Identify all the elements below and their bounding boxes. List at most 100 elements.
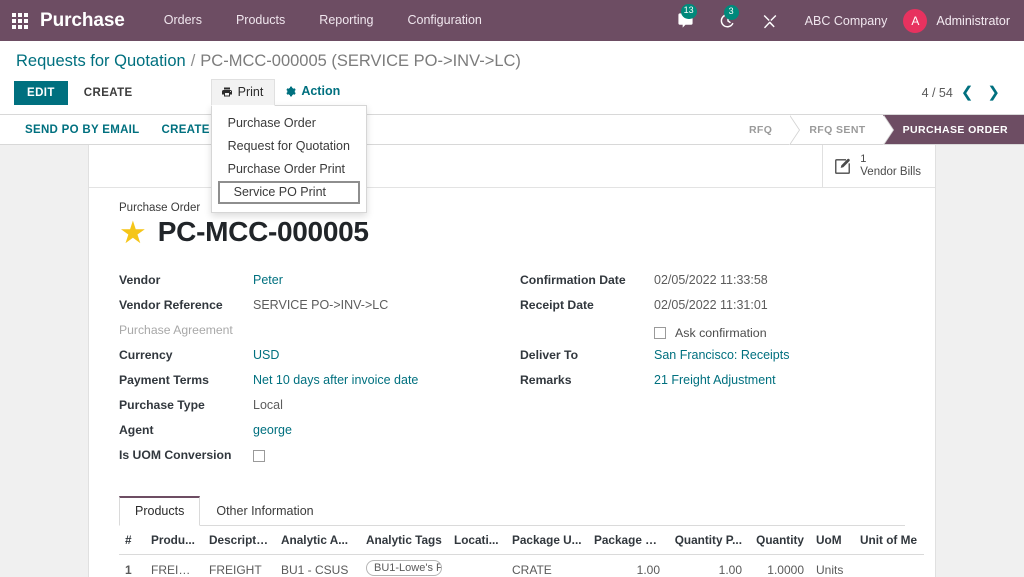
field-vendor-reference-value: SERVICE PO->INV->LC — [253, 295, 388, 312]
form-column-right: Confirmation Date 02/05/2022 11:33:58 Re… — [512, 270, 905, 470]
debug-menu[interactable] — [749, 13, 791, 29]
cell-quantity: 1.0000 — [748, 555, 810, 577]
ask-confirmation-checkbox[interactable] — [654, 327, 666, 339]
action-button-label: Action — [301, 84, 340, 98]
field-purchase-agreement-label: Purchase Agreement — [119, 320, 253, 337]
smart-button-vendor-bills[interactable]: 1 Vendor Bills — [822, 145, 935, 187]
field-vendor-value[interactable]: Peter — [253, 270, 283, 287]
field-agent-value[interactable]: george — [253, 420, 292, 437]
cell-description: FREIGHT — [203, 555, 275, 577]
print-menu-item-service-po-print[interactable]: Service PO Print — [218, 181, 360, 204]
field-deliver-to-value[interactable]: San Francisco: Receipts — [654, 345, 789, 362]
col-location[interactable]: Locati... — [448, 526, 506, 555]
user-menu[interactable]: A Administrator — [903, 9, 1010, 33]
field-currency: Currency USD — [119, 345, 512, 370]
form-view-content: 1 Vendor Bills Purchase Order ★ PC-MCC-0… — [0, 145, 1024, 577]
apps-grid-icon[interactable] — [0, 0, 40, 41]
col-unit-of-measure[interactable]: Unit of Me — [854, 526, 924, 555]
field-vendor-reference: Vendor Reference SERVICE PO->INV->LC — [119, 295, 512, 320]
analytic-tag-pill: BU1-Lowe's Pr — [366, 560, 442, 576]
field-remarks-value[interactable]: 21 Freight Adjustment — [654, 370, 776, 387]
col-uom[interactable]: UoM — [810, 526, 854, 555]
control-panel-buttons: EDIT CREATE Print Action Purchase Order … — [0, 77, 1024, 114]
status-stages: RFQ RFQ SENT PURCHASE ORDER — [729, 115, 1024, 144]
field-payment-terms: Payment Terms Net 10 days after invoice … — [119, 370, 512, 395]
create-button[interactable]: CREATE — [72, 81, 145, 105]
table-row[interactable]: 1 FREIGHT FREIGHT BU1 - CSUS BU1-Lowe's … — [119, 555, 924, 577]
field-remarks: Remarks 21 Freight Adjustment — [520, 370, 905, 395]
pager: 4 / 54 ❮ ❯ — [922, 85, 1010, 100]
breadcrumb-current: PC-MCC-000005 (SERVICE PO->INV->LC) — [200, 52, 521, 71]
print-dropdown-menu: Purchase Order Request for Quotation Pur… — [211, 105, 367, 213]
menu-item-products[interactable]: Products — [219, 0, 302, 41]
col-analytic-account[interactable]: Analytic A... — [275, 526, 360, 555]
breadcrumb-root-link[interactable]: Requests for Quotation — [16, 52, 186, 71]
stage-rfq[interactable]: RFQ — [729, 115, 789, 144]
col-quantity[interactable]: Quantity — [748, 526, 810, 555]
col-description[interactable]: Descripti... — [203, 526, 275, 555]
activities-count-badge: 3 — [724, 5, 739, 20]
tab-products[interactable]: Products — [119, 496, 200, 526]
record-body: Purchase Order ★ PC-MCC-000005 Vendor Pe… — [89, 188, 935, 470]
print-menu-item-purchase-order[interactable]: Purchase Order — [212, 112, 366, 135]
pencil-square-icon — [833, 157, 852, 176]
field-payment-terms-label: Payment Terms — [119, 370, 253, 387]
field-vendor-reference-label: Vendor Reference — [119, 295, 253, 312]
chevron-left-icon[interactable]: ❮ — [955, 85, 980, 100]
main-menu: Orders Products Reporting Configuration — [147, 0, 499, 41]
field-is-uom-conversion: Is UOM Conversion — [119, 445, 512, 470]
col-analytic-tags[interactable]: Analytic Tags — [360, 526, 448, 555]
print-menu-item-purchase-order-print[interactable]: Purchase Order Print — [212, 158, 366, 181]
form-fields-grid: Vendor Peter Vendor Reference SERVICE PO… — [119, 270, 905, 470]
send-po-by-email-button[interactable]: SEND PO BY EMAIL — [14, 120, 151, 140]
col-index[interactable]: # — [119, 526, 145, 555]
field-deliver-to: Deliver To San Francisco: Receipts — [520, 345, 905, 370]
col-product[interactable]: Produ... — [145, 526, 203, 555]
menu-item-orders[interactable]: Orders — [147, 0, 219, 41]
field-is-uom-conversion-label: Is UOM Conversion — [119, 445, 253, 462]
form-column-left: Vendor Peter Vendor Reference SERVICE PO… — [119, 270, 512, 470]
field-vendor-label: Vendor — [119, 270, 253, 287]
cell-analytic-account: BU1 - CSUS — [275, 555, 360, 577]
action-button[interactable]: Action — [275, 79, 350, 104]
field-agent: Agent george — [119, 420, 512, 445]
pager-counter: 4 / 54 — [922, 86, 953, 100]
field-confirmation-date-value: 02/05/2022 11:33:58 — [654, 270, 768, 287]
is-uom-conversion-checkbox[interactable] — [253, 450, 265, 462]
menu-item-configuration[interactable]: Configuration — [391, 0, 499, 41]
ask-confirmation-label: Ask confirmation — [675, 326, 767, 340]
user-name-label: Administrator — [936, 14, 1010, 28]
notebook-tabs: Products Other Information — [119, 496, 905, 526]
cell-location — [448, 555, 506, 577]
smart-button-count: 1 — [860, 153, 921, 166]
company-switcher[interactable]: ABC Company — [791, 14, 904, 28]
cell-uom: Units — [810, 555, 854, 577]
activities-menu[interactable]: 3 — [707, 13, 749, 29]
cell-product: FREIGHT — [145, 555, 203, 577]
star-filled-icon[interactable]: ★ — [119, 217, 147, 248]
field-receipt-date: Receipt Date 02/05/2022 11:31:01 — [520, 295, 905, 320]
cell-quantity-per: 1.00 — [666, 555, 748, 577]
tab-other-information[interactable]: Other Information — [200, 496, 329, 526]
edit-button[interactable]: EDIT — [14, 81, 68, 105]
stage-purchase-order[interactable]: PURCHASE ORDER — [883, 115, 1024, 144]
stage-rfq-sent[interactable]: RFQ SENT — [789, 115, 882, 144]
print-menu-item-request-for-quotation[interactable]: Request for Quotation — [212, 135, 366, 158]
field-currency-label: Currency — [119, 345, 253, 362]
page-title: PC-MCC-000005 — [158, 216, 369, 248]
field-payment-terms-value[interactable]: Net 10 days after invoice date — [253, 370, 418, 387]
col-package-uom[interactable]: Package U... — [506, 526, 588, 555]
field-purchase-agreement: Purchase Agreement — [119, 320, 512, 345]
col-package-quantity[interactable]: Package Q... — [588, 526, 666, 555]
messages-menu[interactable]: 13 — [664, 12, 707, 29]
menu-item-reporting[interactable]: Reporting — [302, 0, 390, 41]
field-agent-label: Agent — [119, 420, 253, 437]
col-quantity-per[interactable]: Quantity P... — [666, 526, 748, 555]
chevron-right-icon[interactable]: ❯ — [981, 85, 1006, 100]
app-brand-title[interactable]: Purchase — [40, 10, 125, 32]
field-currency-value[interactable]: USD — [253, 345, 279, 362]
breadcrumb-separator: / — [191, 52, 196, 71]
field-remarks-label: Remarks — [520, 370, 654, 387]
field-purchase-type: Purchase Type Local — [119, 395, 512, 420]
print-button[interactable]: Print — [211, 79, 276, 106]
